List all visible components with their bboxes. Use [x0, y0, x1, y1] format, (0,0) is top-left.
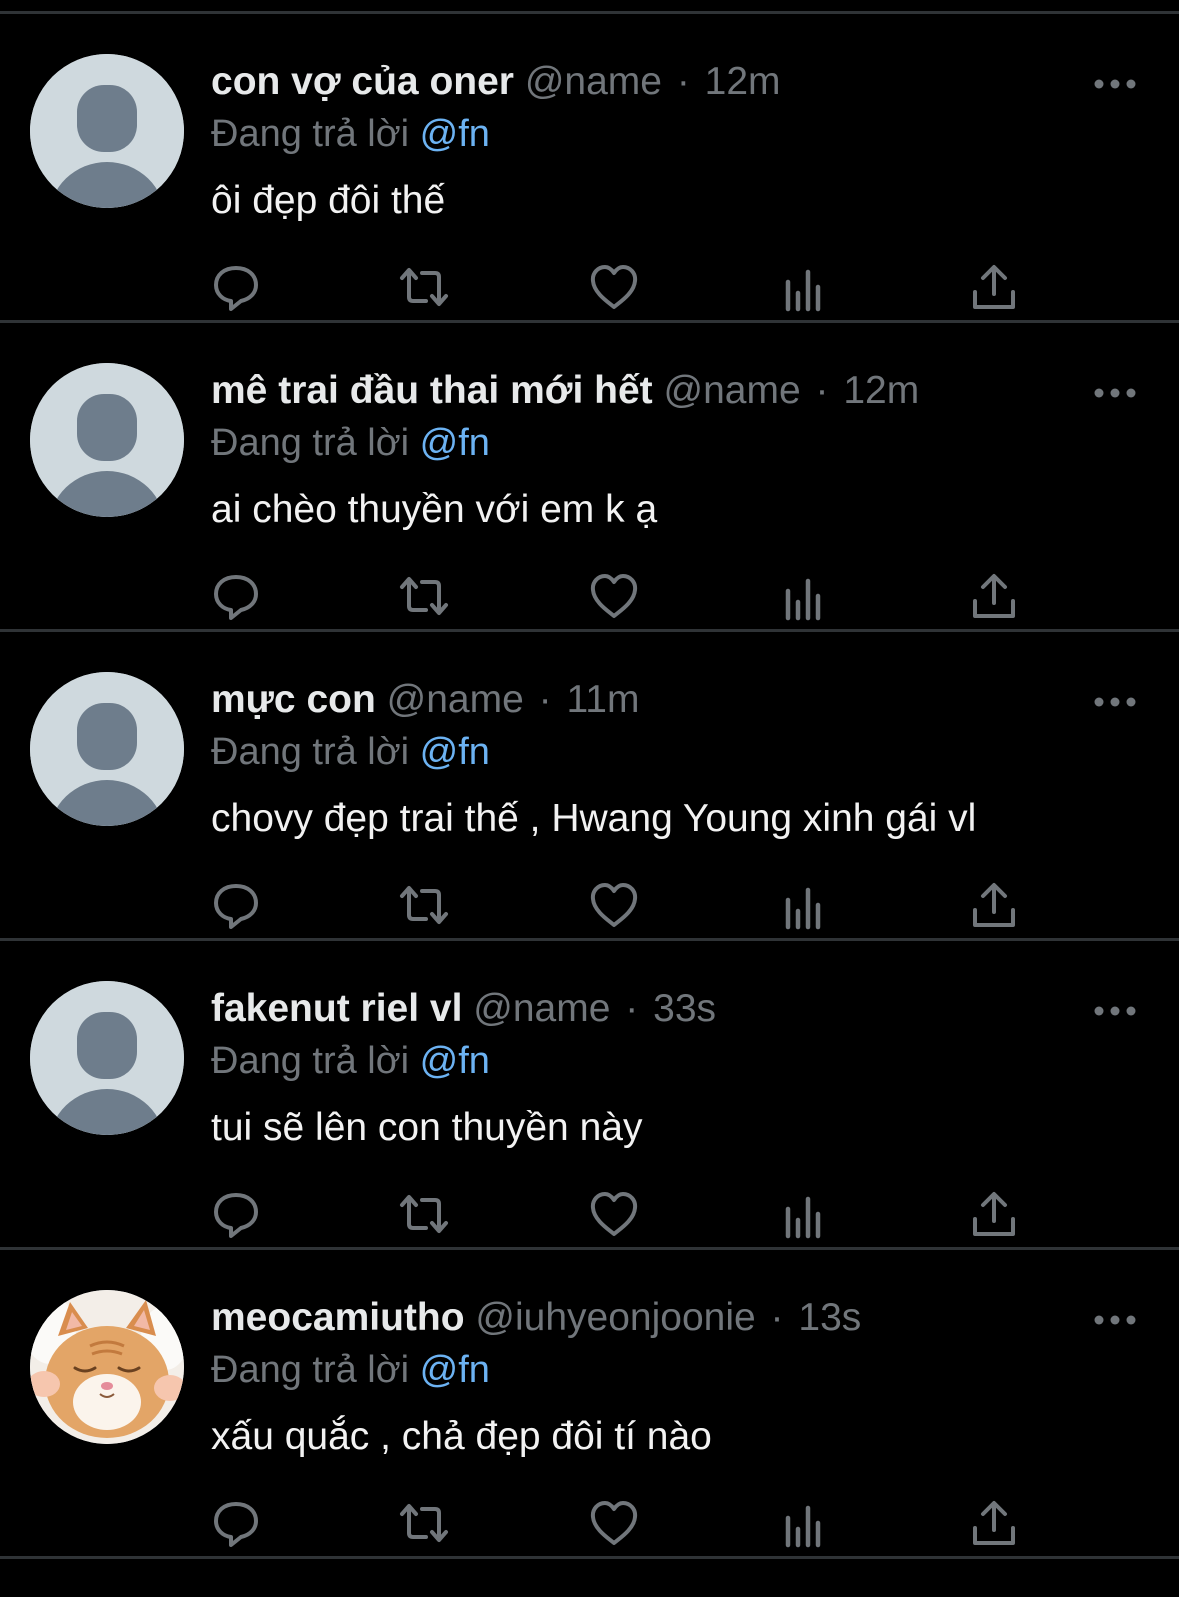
retweet-icon[interactable] [398, 1189, 450, 1239]
reply-item[interactable]: con vợ của oner @name · 12m Đang trả lời… [0, 14, 1179, 323]
like-icon[interactable] [588, 571, 640, 621]
reply-header: meocamiutho @iuhyeonjoonie · 13s [211, 1294, 861, 1342]
separator-dot: · [770, 1296, 784, 1339]
action-bar [0, 880, 1179, 930]
more-options-icon[interactable] [1091, 74, 1139, 94]
analytics-icon[interactable] [778, 262, 830, 312]
retweet-icon[interactable] [398, 880, 450, 930]
more-options-icon[interactable] [1091, 383, 1139, 403]
analytics-icon[interactable] [778, 1189, 830, 1239]
replying-to-label: Đang trả lời [211, 422, 410, 464]
timestamp[interactable]: 13s [798, 1296, 861, 1339]
action-bar [0, 571, 1179, 621]
default-avatar-icon[interactable] [30, 54, 184, 208]
retweet-icon[interactable] [398, 262, 450, 312]
reply-header: mê trai đầu thai mới hết @name · 12m [211, 367, 919, 415]
user-handle[interactable]: @name [473, 987, 610, 1030]
reply-item[interactable]: mê trai đầu thai mới hết @name · 12m Đan… [0, 323, 1179, 632]
default-avatar-icon[interactable] [30, 981, 184, 1135]
user-handle[interactable]: @iuhyeonjoonie [475, 1296, 755, 1339]
reply-item[interactable]: mực con @name · 11m Đang trả lời @fn cho… [0, 632, 1179, 941]
reply-header: mực con @name · 11m [211, 676, 639, 724]
share-icon[interactable] [968, 571, 1020, 621]
more-options-icon[interactable] [1091, 1310, 1139, 1330]
action-bar [0, 1189, 1179, 1239]
display-name[interactable]: mê trai đầu thai mới hết [211, 369, 653, 412]
default-avatar-icon[interactable] [30, 672, 184, 826]
action-bar [0, 262, 1179, 312]
reply-icon[interactable] [210, 262, 262, 312]
reply-icon[interactable] [210, 880, 262, 930]
share-icon[interactable] [968, 262, 1020, 312]
like-icon[interactable] [588, 262, 640, 312]
reply-text: ôi đẹp đôi thế [211, 179, 446, 222]
kitten-photo-avatar[interactable] [30, 1290, 184, 1444]
retweet-icon[interactable] [398, 571, 450, 621]
share-icon[interactable] [968, 1498, 1020, 1548]
share-icon[interactable] [968, 880, 1020, 930]
replying-to: Đang trả lời @fn [211, 1346, 490, 1394]
timestamp[interactable]: 12m [843, 369, 919, 412]
timestamp[interactable]: 33s [653, 987, 716, 1030]
reply-item[interactable]: meocamiutho @iuhyeonjoonie · 13s Đang tr… [0, 1250, 1179, 1559]
retweet-icon[interactable] [398, 1498, 450, 1548]
separator-dot: · [538, 678, 552, 721]
default-avatar-icon[interactable] [30, 363, 184, 517]
timestamp[interactable]: 11m [566, 678, 639, 721]
replying-to: Đang trả lời @fn [211, 728, 490, 776]
reply-item[interactable]: fakenut riel vl @name · 33s Đang trả lời… [0, 941, 1179, 1250]
more-options-icon[interactable] [1091, 692, 1139, 712]
action-bar [0, 1498, 1179, 1548]
reply-text: xấu quắc , chả đẹp đôi tí nào [211, 1415, 712, 1458]
more-options-icon[interactable] [1091, 1001, 1139, 1021]
like-icon[interactable] [588, 1498, 640, 1548]
replying-to: Đang trả lời @fn [211, 419, 490, 467]
reply-header: fakenut riel vl @name · 33s [211, 985, 716, 1033]
replying-to-label: Đang trả lời [211, 1040, 410, 1082]
replying-to-mention[interactable]: @fn [420, 113, 490, 155]
replying-to: Đang trả lời @fn [211, 1037, 490, 1085]
reply-feed: con vợ của oner @name · 12m Đang trả lời… [0, 14, 1179, 1559]
analytics-icon[interactable] [778, 880, 830, 930]
reply-text: tui sẽ lên con thuyền này [211, 1106, 643, 1149]
separator-dot: · [815, 369, 829, 412]
timestamp[interactable]: 12m [705, 60, 781, 103]
user-handle[interactable]: @name [387, 678, 524, 721]
replying-to-label: Đang trả lời [211, 113, 410, 155]
like-icon[interactable] [588, 1189, 640, 1239]
display-name[interactable]: meocamiutho [211, 1296, 465, 1339]
reply-icon[interactable] [210, 571, 262, 621]
replying-to-label: Đang trả lời [211, 731, 410, 773]
reply-text: ai chèo thuyền với em k ạ [211, 488, 658, 531]
reply-header: con vợ của oner @name · 12m [211, 58, 781, 106]
display-name[interactable]: con vợ của oner [211, 60, 514, 103]
reply-text: chovy đẹp trai thế , Hwang Young xinh gá… [211, 797, 977, 840]
reply-icon[interactable] [210, 1189, 262, 1239]
replying-to-label: Đang trả lời [211, 1349, 410, 1391]
analytics-icon[interactable] [778, 571, 830, 621]
separator-dot: · [625, 987, 639, 1030]
like-icon[interactable] [588, 880, 640, 930]
user-handle[interactable]: @name [664, 369, 801, 412]
analytics-icon[interactable] [778, 1498, 830, 1548]
replying-to-mention[interactable]: @fn [420, 422, 490, 464]
replying-to-mention[interactable]: @fn [420, 731, 490, 773]
display-name[interactable]: fakenut riel vl [211, 987, 462, 1030]
user-handle[interactable]: @name [525, 60, 662, 103]
display-name[interactable]: mực con [211, 678, 376, 721]
replying-to: Đang trả lời @fn [211, 110, 490, 158]
replying-to-mention[interactable]: @fn [420, 1040, 490, 1082]
replying-to-mention[interactable]: @fn [420, 1349, 490, 1391]
share-icon[interactable] [968, 1189, 1020, 1239]
separator-dot: · [676, 60, 690, 103]
reply-icon[interactable] [210, 1498, 262, 1548]
